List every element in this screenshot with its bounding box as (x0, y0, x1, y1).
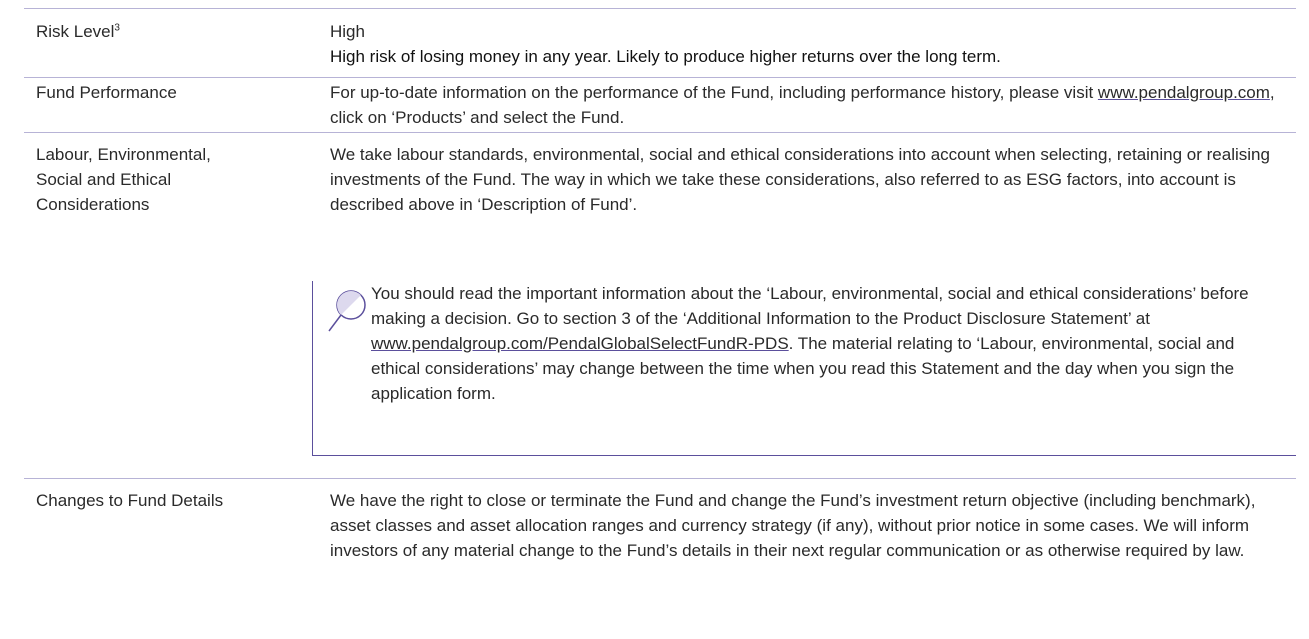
table-row-fund-performance: Fund Performance For up-to-date informat… (24, 78, 1296, 133)
risk-level-description: High risk of losing money in any year. L… (330, 47, 1001, 66)
row-content-fund-performance: For up-to-date information on the perfor… (330, 80, 1290, 130)
row-content-esg: We take labour standards, environmental,… (330, 142, 1290, 217)
note-text-start: You should read the important informatio… (371, 284, 1249, 328)
important-info-text: You should read the important informatio… (371, 281, 1271, 406)
fund-performance-text: For up-to-date information on the perfor… (330, 80, 1290, 130)
changes-label: Changes to Fund Details (36, 491, 224, 510)
row-label-fund-performance: Fund Performance (36, 80, 296, 105)
row-content-risk-level: High High risk of losing money in any ye… (330, 19, 1290, 69)
esg-text: We take labour standards, environmental,… (330, 145, 1270, 214)
risk-level-value: High (330, 22, 365, 41)
risk-level-label: Risk Level (36, 22, 115, 41)
important-info-callout: You should read the important informatio… (312, 281, 1296, 456)
footnote-marker: 3 (114, 22, 120, 34)
pds-link[interactable]: www.pendalgroup.com/PendalGlobalSelectFu… (371, 334, 789, 353)
row-label-esg: Labour, Environmental, Social and Ethica… (36, 142, 256, 217)
pendal-website-link[interactable]: www.pendalgroup.com (1098, 83, 1270, 102)
table-row-risk-level: Risk Level3 High High risk of losing mon… (24, 9, 1296, 78)
fund-performance-text-start: For up-to-date information on the perfor… (330, 83, 1098, 102)
magnifier-icon (327, 289, 367, 335)
table-top-rule (24, 0, 1296, 9)
row-content-changes: We have the right to close or terminate … (330, 488, 1290, 563)
row-label-changes: Changes to Fund Details (36, 488, 296, 513)
row-label-risk-level: Risk Level3 (36, 19, 296, 44)
esg-label: Labour, Environmental, Social and Ethica… (36, 145, 211, 214)
changes-text: We have the right to close or terminate … (330, 491, 1256, 560)
fund-performance-label: Fund Performance (36, 83, 177, 102)
table-row-changes: Changes to Fund Details We have the righ… (24, 479, 1296, 639)
fund-details-table: Risk Level3 High High risk of losing mon… (24, 0, 1296, 632)
